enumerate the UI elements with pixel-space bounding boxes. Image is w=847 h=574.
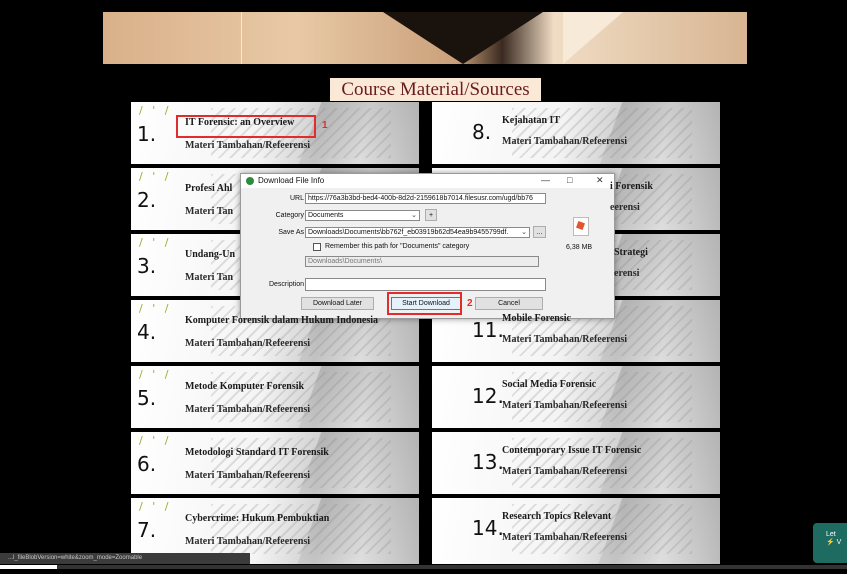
- annotation-label-2: 2: [467, 298, 473, 309]
- category-select[interactable]: Documents ⌄: [305, 210, 420, 221]
- minimize-button[interactable]: —: [541, 175, 550, 185]
- item-title-link[interactable]: Metode Komputer Forensik: [185, 381, 304, 392]
- maximize-button[interactable]: □: [567, 175, 572, 185]
- category-label: Category: [275, 212, 304, 219]
- item-title-link[interactable]: Social Media Forensic: [502, 379, 596, 390]
- item-number: 11.: [472, 318, 504, 342]
- item-reference-link[interactable]: Materi Tambahan/Refeerensi: [502, 400, 627, 411]
- item-reference-link[interactable]: eerensi: [610, 202, 640, 213]
- add-category-button[interactable]: +: [425, 209, 437, 221]
- url-label: URL: [289, 195, 304, 202]
- save-as-label: Save As: [278, 229, 304, 236]
- progress-fill: [0, 565, 57, 569]
- dialog-titlebar[interactable]: Download File Info — □ ✕: [241, 174, 614, 188]
- chevron-down-icon: ⌄: [521, 228, 527, 237]
- item-title-link[interactable]: Undang-Un: [185, 249, 235, 260]
- remember-path-label: Remember this path for "Documents" categ…: [325, 243, 470, 250]
- video-progress-bar[interactable]: [0, 565, 847, 569]
- item-number: 5.: [137, 386, 157, 410]
- description-label: Description: [268, 281, 304, 288]
- item-number: 7.: [137, 518, 157, 542]
- download-later-button[interactable]: Download Later: [301, 297, 374, 310]
- right-course-list: 8. Kejahatan IT Materi Tambahan/Refeeren…: [432, 102, 720, 564]
- item-reference-link[interactable]: Materi Tambahan/Refeerensi: [185, 338, 310, 349]
- item-reference-link[interactable]: erensi: [614, 268, 639, 279]
- item-title-link[interactable]: IT Forensic: an Overview: [185, 117, 294, 128]
- chevron-down-icon: ⌄: [411, 212, 417, 219]
- item-reference-link[interactable]: Materi Tan: [185, 272, 233, 283]
- item-reference-link[interactable]: Materi Tambahan/Refeerensi: [185, 536, 310, 547]
- item-number: 1.: [137, 122, 157, 146]
- idm-app-icon: [246, 177, 254, 185]
- list-item[interactable]: / ' /6. Metodologi Standard IT Forensik …: [131, 432, 419, 494]
- item-number: 2.: [137, 188, 157, 212]
- item-reference-link[interactable]: Materi Tambahan/Refeerensi: [185, 404, 310, 415]
- item-number: 3.: [137, 254, 157, 278]
- item-reference-link[interactable]: Materi Tan: [185, 206, 233, 217]
- file-size: 6,38 MB: [566, 244, 593, 251]
- cancel-button[interactable]: Cancel: [475, 297, 543, 310]
- item-reference-link[interactable]: Materi Tambahan/Refeerensi: [502, 466, 627, 477]
- item-reference-link[interactable]: Materi Tambahan/Refeerensi: [502, 136, 627, 147]
- item-title-link[interactable]: Mobile Forensic: [502, 313, 571, 324]
- item-reference-link[interactable]: Materi Tambahan/Refeerensi: [185, 470, 310, 481]
- annotation-label-1: 1: [322, 120, 328, 131]
- dialog-title: Download File Info: [258, 176, 325, 185]
- lightning-icon: ⚡ V: [826, 539, 842, 546]
- save-as-field[interactable]: Downloads\Documents\bb762f_eb03919b62d54…: [305, 227, 530, 238]
- path-preview-field: Downloads\Documents\: [305, 256, 539, 267]
- side-chat-button[interactable]: Let ⚡ V: [813, 523, 847, 563]
- remember-path-checkbox[interactable]: [313, 243, 321, 251]
- item-title-link[interactable]: Komputer Forensik dalam Hukum Indonesia: [185, 315, 378, 326]
- list-item[interactable]: 8. Kejahatan IT Materi Tambahan/Refeeren…: [432, 102, 720, 164]
- item-number: 14.: [472, 516, 504, 540]
- item-number: 12.: [472, 384, 504, 408]
- browser-status-url: ...l_fileBlobVersion=white&zoom_mode=Zoo…: [0, 553, 250, 564]
- save-as-path: Downloads\Documents\bb762f_eb03919b62d54…: [308, 229, 509, 236]
- close-button[interactable]: ✕: [596, 175, 604, 186]
- item-title-link[interactable]: Metodologi Standard IT Forensik: [185, 447, 329, 458]
- category-value: Documents: [308, 212, 344, 219]
- item-reference-link[interactable]: Materi Tambahan/Refeerensi: [502, 532, 627, 543]
- item-title-link[interactable]: Contemporary Issue IT Forensic: [502, 445, 641, 456]
- list-item[interactable]: / ' /5. Metode Komputer Forensik Materi …: [131, 366, 419, 428]
- item-title-link[interactable]: Strategi: [614, 247, 648, 258]
- item-title-link[interactable]: i Forensik: [610, 181, 653, 192]
- item-title-link[interactable]: Kejahatan IT: [502, 115, 560, 126]
- item-title-link[interactable]: Research Topics Relevant: [502, 511, 611, 522]
- list-item[interactable]: 12. Social Media Forensic Materi Tambaha…: [432, 366, 720, 428]
- item-title-link[interactable]: Cybercrime: Hukum Pembuktian: [185, 513, 329, 524]
- item-reference-link[interactable]: Materi Tambahan/Refeerensi: [185, 140, 310, 151]
- item-number: 4.: [137, 320, 157, 344]
- list-item[interactable]: 14. Research Topics Relevant Materi Tamb…: [432, 498, 720, 564]
- item-reference-link[interactable]: Materi Tambahan/Refeerensi: [502, 334, 627, 345]
- item-number: 8.: [472, 120, 492, 144]
- page-title: Course Material/Sources: [330, 78, 541, 101]
- item-number: 6.: [137, 452, 157, 476]
- url-field[interactable]: https://76a3b3bd-bed4-400b-8d2d-2159618b…: [305, 193, 546, 204]
- highlight-box-2: [387, 292, 462, 315]
- browse-button[interactable]: ...: [533, 226, 546, 238]
- description-field[interactable]: [305, 278, 546, 291]
- item-title-link[interactable]: Profesi Ahl: [185, 183, 232, 194]
- item-number: 13.: [472, 450, 504, 474]
- list-item[interactable]: 13. Contemporary Issue IT Forensic Mater…: [432, 432, 720, 494]
- side-button-text: Let: [826, 531, 836, 538]
- header-banner-image: [103, 12, 747, 64]
- file-type-icon: [573, 217, 589, 236]
- left-course-list: / ' /1. IT Forensic: an Overview Materi …: [131, 102, 419, 564]
